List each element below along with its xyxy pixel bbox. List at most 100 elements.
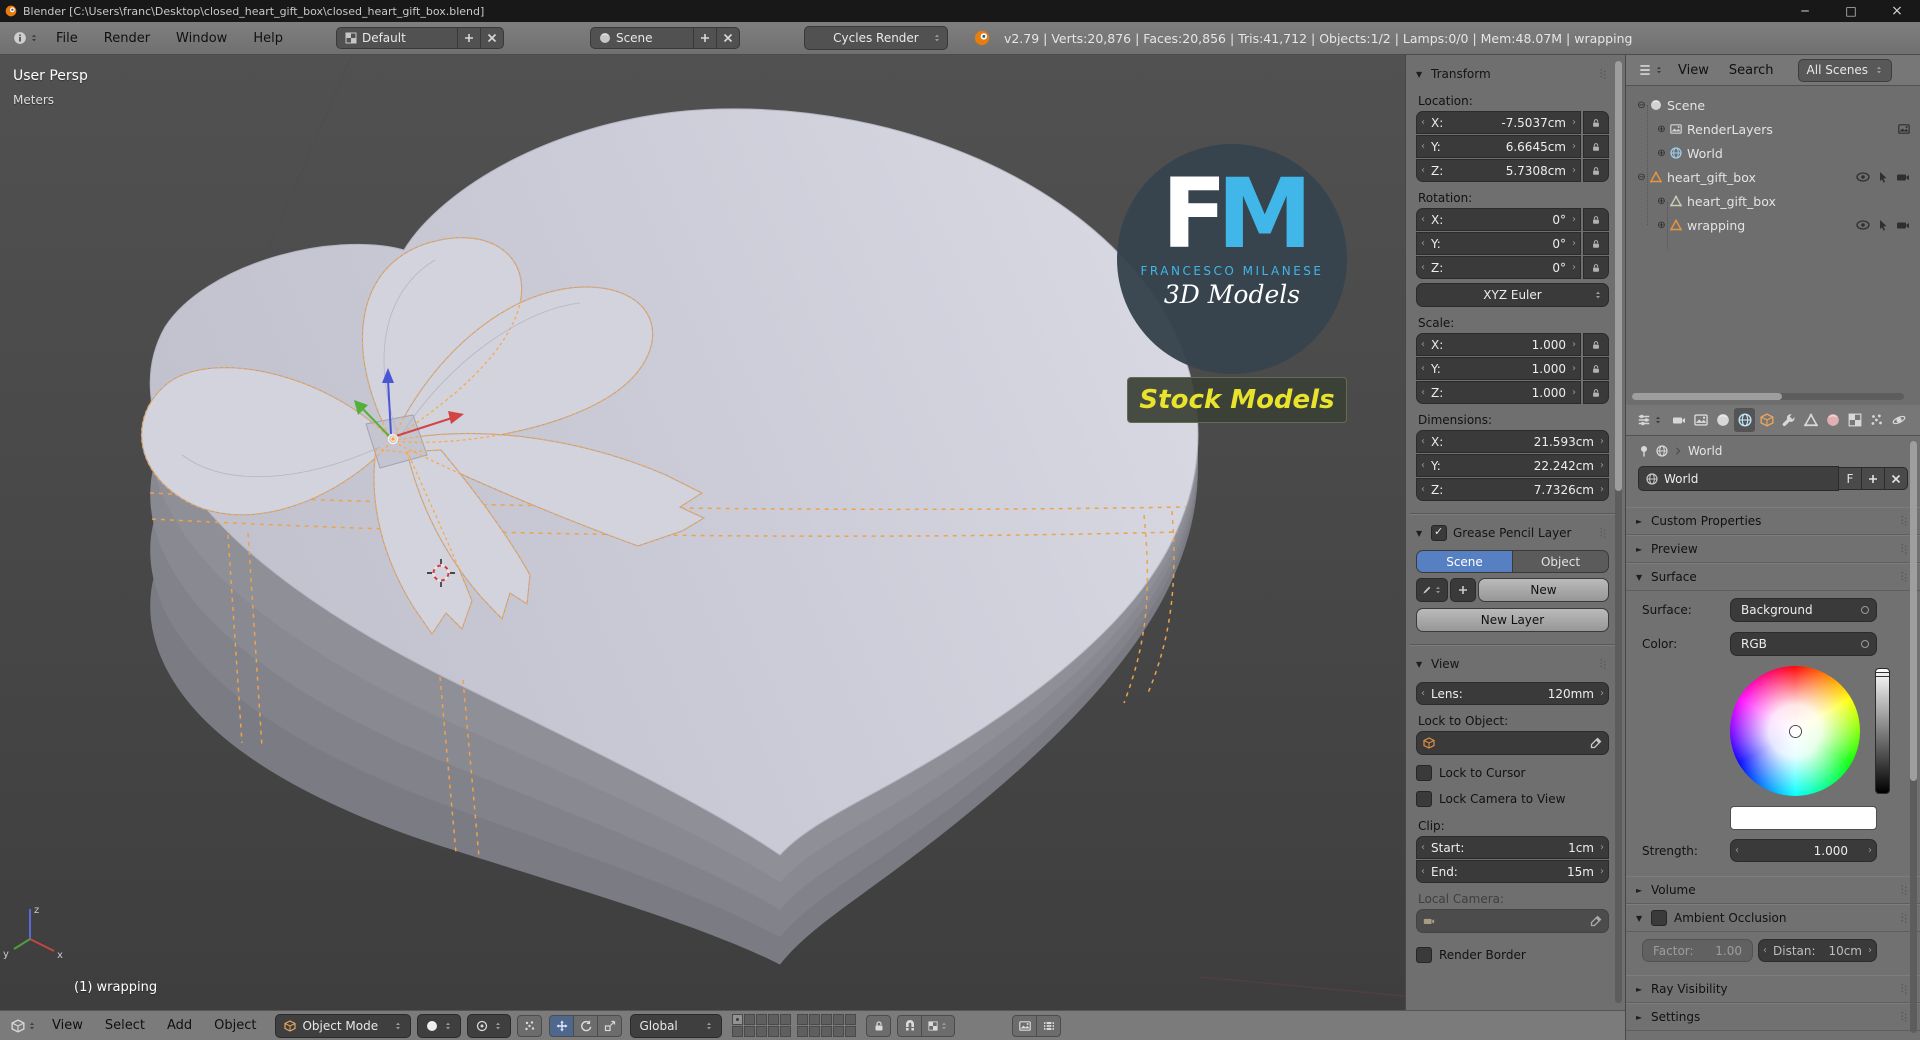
panel-volume[interactable]: Volume (1626, 876, 1920, 904)
layer-cell[interactable] (797, 1026, 809, 1037)
layer-cell[interactable] (833, 1026, 845, 1037)
scale-y-field[interactable]: Y:1.000 (1416, 357, 1581, 380)
tab-modifiers[interactable] (1778, 408, 1799, 432)
increment-arrow[interactable] (1572, 334, 1576, 355)
decrement-arrow[interactable] (1421, 257, 1425, 278)
add-world-button[interactable] (1861, 467, 1885, 490)
lock-icon[interactable] (1583, 208, 1609, 231)
decrement-arrow[interactable] (1421, 683, 1425, 704)
transform-panel-header[interactable]: Transform (1416, 63, 1609, 85)
decrement-arrow[interactable] (1421, 160, 1425, 181)
increment-arrow[interactable] (1572, 112, 1576, 133)
add-icon-button[interactable] (1450, 578, 1476, 602)
tab-render-layers[interactable] (1690, 408, 1711, 432)
outliner-row-scene[interactable]: Scene (1626, 93, 1920, 117)
snap-element-dropdown[interactable] (921, 1014, 956, 1037)
increment-arrow[interactable] (1600, 479, 1604, 500)
mode-dropdown[interactable]: Object Mode (275, 1013, 412, 1038)
increment-arrow[interactable] (1572, 257, 1576, 278)
cursor-select-icon[interactable] (1877, 171, 1889, 183)
rotation-z-field[interactable]: Z:0° (1416, 256, 1581, 279)
tab-physics[interactable] (1888, 408, 1909, 432)
layer-cell[interactable] (821, 1014, 833, 1025)
panel-preview[interactable]: Preview (1626, 535, 1920, 563)
panel-drag-dots-icon[interactable] (1898, 1011, 1910, 1023)
editor-type-selector[interactable] (8, 29, 43, 47)
scale-x-field[interactable]: X:1.000 (1416, 333, 1581, 356)
translate-manipulator-button[interactable] (549, 1014, 575, 1037)
editor-type-selector[interactable] (1633, 61, 1668, 79)
minimize-button[interactable]: ─ (1782, 0, 1828, 22)
layer-cell[interactable] (732, 1014, 744, 1025)
editor-type-selector[interactable] (6, 1017, 41, 1035)
layer-cell[interactable] (780, 1014, 792, 1025)
scrollbar[interactable] (1615, 61, 1622, 1003)
collapse-triangle-icon[interactable] (1636, 1013, 1646, 1022)
layer-cell[interactable] (845, 1026, 857, 1037)
close-button[interactable]: × (1874, 0, 1920, 22)
tab-particles[interactable] (1866, 408, 1887, 432)
outliner-display-mode-dropdown[interactable]: All Scenes (1797, 58, 1893, 82)
location-z-field[interactable]: Z:5.7308cm (1416, 159, 1581, 182)
eyedropper-icon[interactable] (1590, 915, 1602, 927)
lock-icon[interactable] (1583, 135, 1609, 158)
panel-settings[interactable]: Settings (1626, 1003, 1920, 1031)
world-name-field[interactable]: World (1638, 466, 1839, 491)
outliner-row-wrapping[interactable]: wrapping (1626, 213, 1920, 237)
ambient-occlusion-checkbox[interactable] (1651, 910, 1667, 926)
panel-drag-dots-icon[interactable] (1898, 571, 1910, 583)
decrement-arrow[interactable] (1421, 334, 1425, 355)
tab-world[interactable] (1734, 408, 1755, 432)
panel-drag-dots-icon[interactable] (1898, 912, 1910, 924)
menu-window[interactable]: Window (163, 22, 240, 54)
tab-object[interactable] (1756, 408, 1777, 432)
increment-arrow[interactable] (1600, 455, 1604, 476)
fake-user-button[interactable]: F (1838, 467, 1862, 490)
decrement-arrow[interactable] (1421, 209, 1425, 230)
decrement-arrow[interactable] (1735, 840, 1739, 861)
lock-icon[interactable] (1583, 256, 1609, 279)
decrement-arrow[interactable] (1421, 837, 1425, 858)
hsv-color-wheel[interactable] (1730, 666, 1860, 796)
collapse-triangle-icon[interactable] (1416, 70, 1426, 79)
strength-field[interactable]: 1.000 (1730, 839, 1877, 862)
opengl-render-anim-button[interactable] (1036, 1014, 1062, 1037)
increment-arrow[interactable] (1572, 358, 1576, 379)
increment-arrow[interactable] (1572, 382, 1576, 403)
lock-icon[interactable] (1583, 357, 1609, 380)
decrement-arrow[interactable] (1421, 136, 1425, 157)
expand-toggle[interactable] (1654, 124, 1669, 135)
tab-texture[interactable] (1844, 408, 1865, 432)
lock-icon[interactable] (1583, 381, 1609, 404)
rotation-x-field[interactable]: X:0° (1416, 208, 1581, 231)
eyedropper-icon[interactable] (1590, 737, 1602, 749)
layer-cell[interactable] (821, 1026, 833, 1037)
grease-pencil-panel-header[interactable]: Grease Pencil Layer (1416, 522, 1609, 544)
decrement-arrow[interactable] (1763, 940, 1767, 961)
collapse-triangle-icon[interactable] (1636, 914, 1646, 923)
layer-cell[interactable] (744, 1014, 756, 1025)
color-wheel-marker[interactable] (1790, 726, 1801, 737)
tab-scene[interactable]: Scene (1416, 550, 1513, 573)
maximize-button[interactable]: □ (1828, 0, 1874, 22)
panel-drag-dots-icon[interactable] (1898, 543, 1910, 555)
camera-render-icon[interactable] (1896, 170, 1910, 184)
outliner-row-world[interactable]: World (1626, 141, 1920, 165)
dimensions-x-field[interactable]: X:21.593cm (1416, 430, 1609, 453)
add-layout-button[interactable] (456, 27, 481, 49)
panel-custom-properties[interactable]: Custom Properties (1626, 507, 1920, 535)
lock-icon[interactable] (1583, 232, 1609, 255)
transform-orientation-dropdown[interactable]: Global (630, 1013, 723, 1038)
editor-type-selector[interactable] (1632, 411, 1667, 429)
clip-start-field[interactable]: Start:1cm (1416, 836, 1609, 859)
lock-icon[interactable] (1583, 333, 1609, 356)
scale-manipulator-button[interactable] (597, 1014, 623, 1037)
tab-render[interactable] (1668, 408, 1689, 432)
decrement-arrow[interactable] (1421, 358, 1425, 379)
layer-cell[interactable] (845, 1014, 857, 1025)
increment-arrow[interactable] (1600, 837, 1604, 858)
increment-arrow[interactable] (1600, 683, 1604, 704)
increment-arrow[interactable] (1572, 209, 1576, 230)
layer-cell[interactable] (833, 1014, 845, 1025)
decrement-arrow[interactable] (1421, 233, 1425, 254)
